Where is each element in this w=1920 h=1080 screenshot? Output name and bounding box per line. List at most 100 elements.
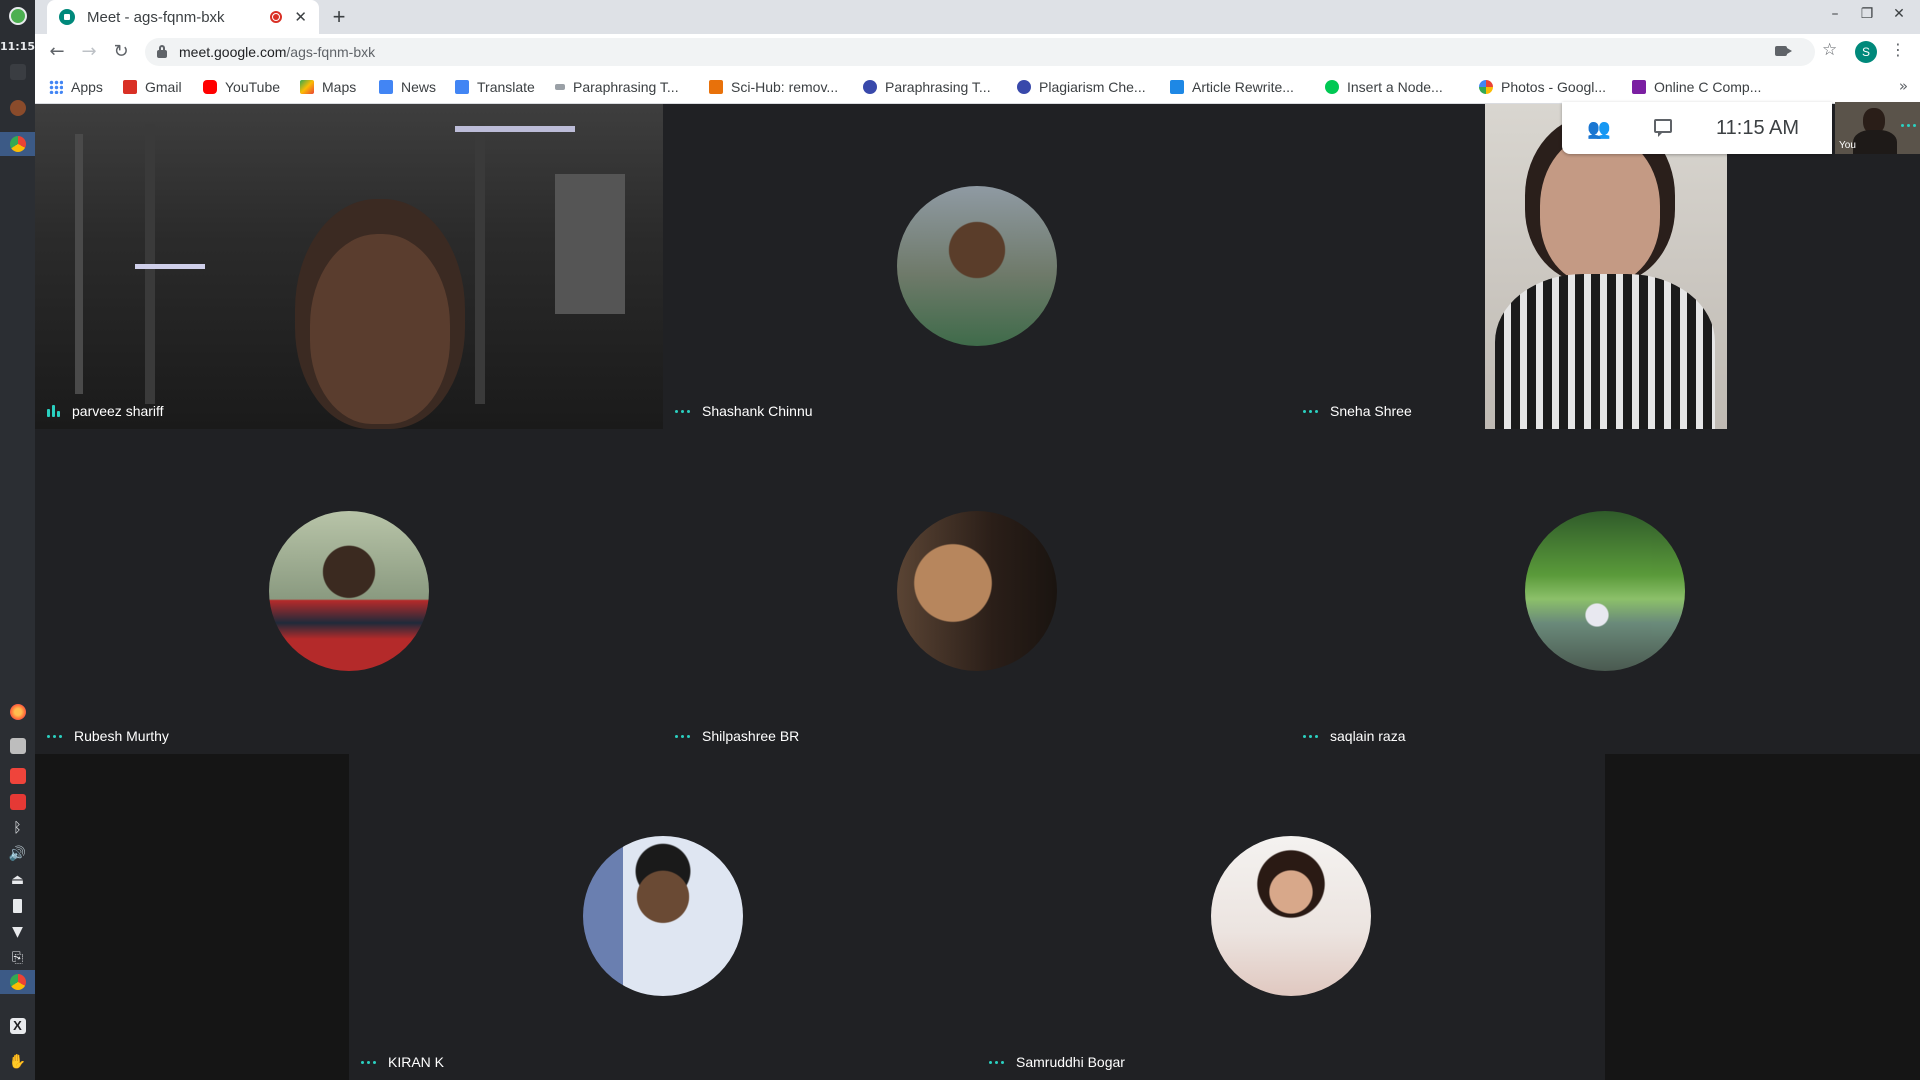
participant-name: KIRAN K bbox=[388, 1054, 445, 1070]
lock-icon[interactable] bbox=[157, 45, 167, 58]
wifi-icon[interactable]: ▼ bbox=[0, 920, 35, 944]
paraphrasing-tool-icon bbox=[863, 79, 877, 94]
eject-icon[interactable]: ⏏ bbox=[0, 868, 35, 892]
more-options-icon[interactable] bbox=[1303, 734, 1318, 738]
bookmark-label: Maps bbox=[322, 78, 357, 95]
firefox-icon[interactable] bbox=[0, 700, 35, 724]
bookmark-label: Translate bbox=[477, 78, 535, 95]
chrome-menu-icon[interactable]: ⋮ bbox=[1890, 40, 1906, 59]
bookmark-translate[interactable]: Translate bbox=[455, 70, 535, 103]
bookmark-label: Apps bbox=[71, 78, 103, 95]
plagiarism-icon bbox=[1017, 79, 1031, 94]
volume-icon[interactable]: 🔊 bbox=[0, 842, 35, 866]
restore-button[interactable]: ❐ bbox=[1853, 6, 1881, 22]
more-options-icon[interactable] bbox=[47, 734, 62, 738]
bookmark-news[interactable]: News bbox=[379, 70, 436, 103]
more-options-icon[interactable] bbox=[675, 409, 690, 413]
more-bookmarks-icon[interactable]: » bbox=[1899, 77, 1908, 95]
new-tab-button[interactable]: + bbox=[325, 4, 353, 30]
people-icon[interactable]: 👥 bbox=[1576, 117, 1622, 140]
window-close-button[interactable]: ✕ bbox=[1885, 6, 1913, 22]
participant-avatar bbox=[583, 836, 743, 996]
bookmark-online-c[interactable]: Online C Comp... bbox=[1632, 70, 1761, 103]
insert-node-icon bbox=[1325, 79, 1339, 94]
dock-clock: 11:15 bbox=[0, 34, 35, 58]
participant-tile-samruddhi[interactable]: Samruddhi Bogar bbox=[977, 754, 1605, 1080]
participant-tile-kiran[interactable]: KIRAN K bbox=[349, 754, 977, 1080]
bluetooth-icon[interactable]: ᛒ bbox=[0, 816, 35, 840]
back-button[interactable]: ← bbox=[45, 41, 69, 62]
news-icon bbox=[379, 79, 393, 94]
bookmark-label: Plagiarism Che... bbox=[1039, 78, 1146, 95]
dock-window-icon[interactable] bbox=[0, 60, 35, 84]
self-view-options-icon[interactable] bbox=[1901, 124, 1916, 127]
x-app-icon[interactable]: X bbox=[0, 1014, 35, 1038]
bookmark-label: Online C Comp... bbox=[1654, 78, 1762, 95]
paperclip-icon[interactable]: ⎘ bbox=[0, 946, 35, 970]
bookmark-paraphrasing-2[interactable]: Paraphrasing T... bbox=[863, 70, 991, 103]
recording-icon bbox=[270, 11, 283, 23]
participant-tile-parveez[interactable]: parveez shariff bbox=[35, 104, 663, 429]
participant-tile-shilpashree[interactable]: Shilpashree BR bbox=[663, 429, 1291, 754]
participant-nameplate: Samruddhi Bogar bbox=[989, 1054, 1125, 1070]
participant-nameplate: parveez shariff bbox=[47, 403, 164, 419]
tab-meet[interactable]: Meet - ags-fqnm-bxk ✕ bbox=[47, 0, 319, 34]
anydesk-icon[interactable] bbox=[0, 764, 35, 788]
bookmark-insert-node[interactable]: Insert a Node... bbox=[1325, 70, 1443, 103]
forward-button[interactable]: → bbox=[77, 41, 101, 62]
participant-name: Sneha Shree bbox=[1330, 403, 1412, 419]
camera-in-use-icon[interactable] bbox=[1775, 46, 1792, 56]
bookmark-apps[interactable]: Apps bbox=[49, 70, 103, 103]
reload-button[interactable]: ↻ bbox=[109, 41, 133, 62]
hand-icon[interactable]: ✋ bbox=[0, 1050, 35, 1074]
participant-avatar bbox=[897, 186, 1057, 346]
apps-grid-icon bbox=[49, 79, 63, 94]
launcher-icon[interactable] bbox=[0, 4, 35, 28]
maps-icon bbox=[300, 79, 314, 94]
bookmark-star-icon[interactable]: ☆ bbox=[1822, 40, 1837, 60]
participant-name: Shashank Chinnu bbox=[702, 403, 813, 419]
participant-name: parveez shariff bbox=[72, 403, 164, 419]
more-options-icon[interactable] bbox=[989, 1060, 1004, 1064]
address-bar[interactable]: meet.google.com/ags-fqnm-bxk bbox=[145, 38, 1815, 66]
minimize-button[interactable]: – bbox=[1821, 6, 1849, 22]
bookmark-label: Article Rewrite... bbox=[1192, 78, 1294, 95]
chrome-dock-icon[interactable] bbox=[0, 132, 35, 156]
profile-avatar[interactable]: S bbox=[1855, 41, 1877, 63]
bookmark-scihub[interactable]: Sci-Hub: remov... bbox=[709, 70, 838, 103]
bookmark-maps[interactable]: Maps bbox=[300, 70, 356, 103]
bookmark-plagiarism[interactable]: Plagiarism Che... bbox=[1017, 70, 1146, 103]
bookmark-article-rewriter[interactable]: Article Rewrite... bbox=[1170, 70, 1294, 103]
dock-clock-text: 11:15 bbox=[0, 39, 36, 53]
more-options-icon[interactable] bbox=[1303, 409, 1318, 413]
more-options-icon[interactable] bbox=[675, 734, 690, 738]
bookmark-label: Sci-Hub: remov... bbox=[731, 78, 839, 95]
participant-tile-saqlain[interactable]: saqlain raza bbox=[1291, 429, 1920, 754]
more-options-icon[interactable] bbox=[361, 1060, 376, 1064]
battery-icon[interactable] bbox=[0, 894, 35, 918]
participant-avatar bbox=[269, 511, 429, 671]
tab-close-icon[interactable]: ✕ bbox=[294, 8, 307, 26]
participant-avatar bbox=[897, 511, 1057, 671]
participant-name: Shilpashree BR bbox=[702, 728, 800, 744]
chat-icon[interactable] bbox=[1640, 118, 1686, 138]
self-view-thumbnail[interactable]: You bbox=[1835, 102, 1920, 154]
firefox-dock-icon[interactable] bbox=[0, 96, 35, 120]
bookmark-youtube[interactable]: YouTube bbox=[203, 70, 280, 103]
bookmark-paraphrasing-1[interactable]: Paraphrasing T... bbox=[555, 70, 679, 103]
article-rewriter-icon bbox=[1170, 79, 1184, 94]
files-icon[interactable] bbox=[0, 734, 35, 758]
participant-nameplate: Shilpashree BR bbox=[675, 728, 799, 744]
bookmark-photos[interactable]: Photos - Googl... bbox=[1479, 70, 1606, 103]
participant-video bbox=[35, 104, 663, 429]
translate-icon bbox=[455, 79, 469, 94]
participant-tile-shashank[interactable]: Shashank Chinnu bbox=[663, 104, 1291, 429]
participant-tile-rubesh[interactable]: Rubesh Murthy bbox=[35, 429, 663, 754]
bookmark-gmail[interactable]: Gmail bbox=[123, 70, 182, 103]
bookmarks-bar: Apps Gmail YouTube Maps News Translate P… bbox=[35, 70, 1920, 104]
gmail-icon bbox=[123, 79, 137, 94]
calendar-icon[interactable] bbox=[0, 790, 35, 814]
scihub-icon bbox=[709, 79, 723, 94]
meet-grid: parveez shariff Shashank Chinnu Sneha Sh… bbox=[35, 104, 1920, 1080]
chrome-tray-icon[interactable] bbox=[0, 970, 35, 994]
